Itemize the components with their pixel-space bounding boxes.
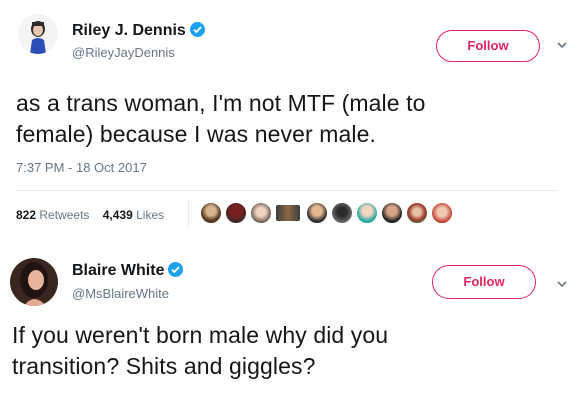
- stats-bar: 822 Retweets 4,439 Likes: [16, 208, 164, 222]
- avatar-image-icon: [10, 258, 58, 306]
- liker-avatar[interactable]: [406, 202, 428, 224]
- liker-avatar[interactable]: [306, 202, 328, 224]
- liker-avatar[interactable]: [200, 202, 222, 224]
- liker-avatars[interactable]: [200, 202, 460, 228]
- tweet-blaire: Blaire White @MsBlaireWhite Follow If yo…: [0, 240, 574, 402]
- liker-avatar[interactable]: [431, 202, 453, 224]
- display-name[interactable]: Riley J. Dennis: [72, 22, 205, 40]
- liker-avatar[interactable]: [250, 202, 272, 224]
- liker-avatar[interactable]: [356, 202, 378, 224]
- follow-button[interactable]: Follow: [432, 265, 536, 299]
- tweet-riley: Riley J. Dennis @RileyJayDennis Follow a…: [0, 0, 574, 240]
- follow-button[interactable]: Follow: [436, 30, 540, 62]
- handle[interactable]: @MsBlaireWhite: [72, 286, 169, 301]
- chevron-down-icon[interactable]: [555, 38, 569, 52]
- liker-avatar[interactable]: [275, 204, 301, 222]
- timestamp[interactable]: 7:37 PM - 18 Oct 2017: [16, 160, 147, 175]
- tweet-text: If you weren't born male why did you tra…: [12, 320, 562, 382]
- liker-avatar[interactable]: [331, 202, 353, 224]
- verified-badge-icon: [189, 22, 205, 37]
- tweet-text: as a trans woman, I'm not MTF (male to f…: [16, 88, 556, 150]
- liker-avatar[interactable]: [225, 202, 247, 224]
- retweets-stat[interactable]: 822 Retweets: [16, 208, 89, 222]
- tweet-text-line-2: transition? Shits and giggles?: [12, 353, 316, 379]
- display-name[interactable]: Blaire White: [72, 262, 184, 280]
- tweet-text-line-2: female) because I was never male.: [16, 121, 376, 147]
- avatar[interactable]: [10, 258, 58, 306]
- verified-badge-icon: [168, 262, 184, 277]
- tweet-text-line-1: as a trans woman, I'm not MTF (male to: [16, 90, 426, 116]
- stats-divider-top: [16, 190, 558, 191]
- avatar[interactable]: [18, 14, 58, 54]
- stats-separator: [188, 200, 189, 228]
- liker-avatar[interactable]: [381, 202, 403, 224]
- tweet-text-line-1: If you weren't born male why did you: [12, 322, 389, 348]
- chevron-down-icon[interactable]: [555, 277, 569, 291]
- likes-stat[interactable]: 4,439 Likes: [103, 208, 164, 222]
- avatar-image-icon: [18, 14, 58, 54]
- handle[interactable]: @RileyJayDennis: [72, 45, 175, 60]
